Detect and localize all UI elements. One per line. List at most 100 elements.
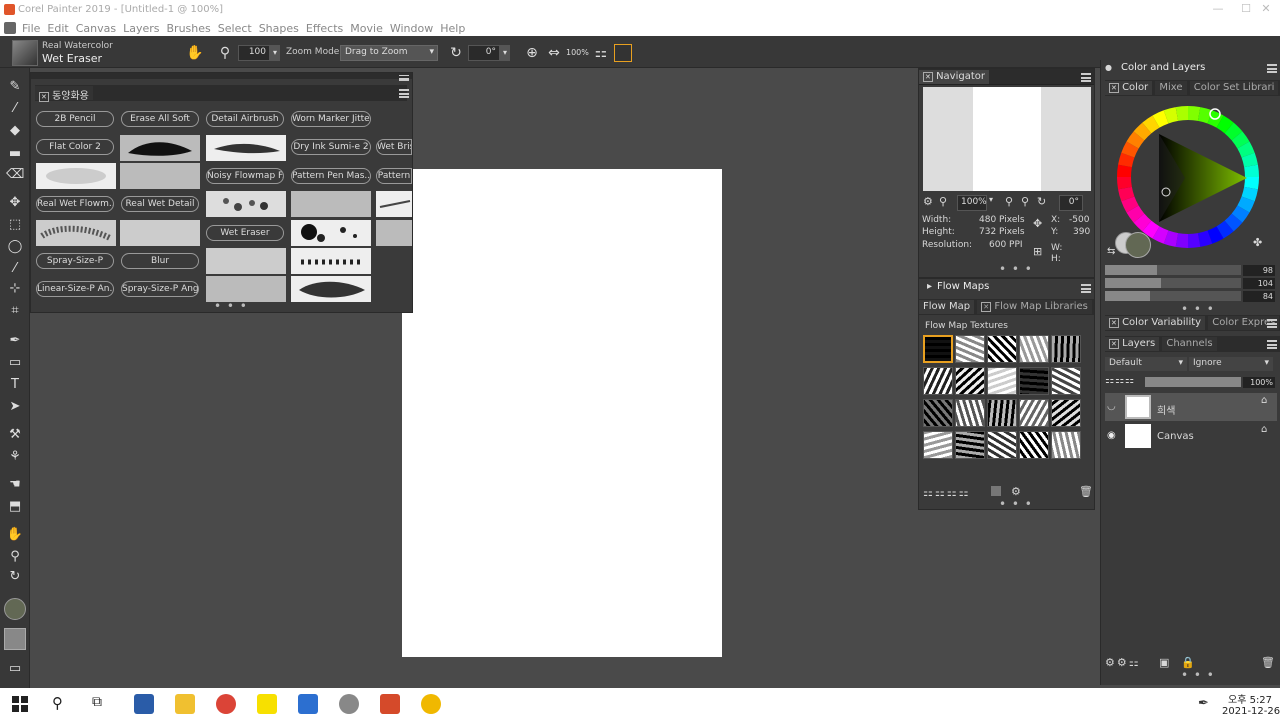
flow-map-texture[interactable]: [955, 335, 985, 363]
chevron-down-icon[interactable]: ▾: [989, 195, 993, 204]
gradient-tool-icon[interactable]: ▬: [6, 145, 24, 163]
layer-adjuster-icon[interactable]: ✥: [6, 194, 24, 212]
flow-map-texture[interactable]: [1051, 431, 1081, 459]
taskbar-time[interactable]: 오후 5:27: [1228, 691, 1272, 706]
size-field[interactable]: 100: [238, 45, 270, 61]
mask-icon[interactable]: ▣: [1159, 656, 1169, 669]
flow-map-action-icons[interactable]: ⚏⚏⚏⚏: [923, 486, 970, 499]
brush-flat-color-2[interactable]: Flat Color 2: [36, 139, 114, 155]
tab-dongyang[interactable]: ✕ 동양화용: [35, 86, 93, 102]
zoom-100-button[interactable]: 100%: [566, 48, 589, 57]
brush-wet-eraser[interactable]: Wet Eraser: [206, 225, 284, 241]
flow-map-texture[interactable]: [1019, 399, 1049, 427]
rectangular-selection-icon[interactable]: ⬚: [6, 216, 24, 234]
tab-flow-map[interactable]: Flow Map: [919, 300, 975, 314]
navigator-zoom-field[interactable]: 100%: [957, 195, 987, 211]
layers-resize-grip[interactable]: • • •: [1181, 669, 1215, 681]
brush-wet-bris[interactable]: Wet Bris: [376, 139, 412, 155]
brush-worn-marker-jitter[interactable]: Worn Marker Jitter: [291, 111, 371, 127]
crop-icon[interactable]: ⌗: [6, 302, 24, 320]
zoom-out-icon[interactable]: ⚲: [1005, 195, 1013, 208]
brush-thumb-edge[interactable]: [376, 220, 412, 246]
brush-category-label[interactable]: Real Watercolor: [42, 41, 113, 51]
delete-layer-icon[interactable]: 🗑: [1261, 656, 1275, 669]
layers-menu-icon[interactable]: [1267, 340, 1277, 349]
brush-dry-ink-sumi-e-2[interactable]: Dry Ink Sumi-e 2: [291, 139, 371, 155]
navigator-rotate-field[interactable]: 0°: [1059, 195, 1083, 211]
tab-color-variability[interactable]: ✕ Color Variability: [1105, 316, 1206, 330]
brush-thumb-line[interactable]: [376, 191, 412, 217]
brush-thumb-speckle[interactable]: [206, 191, 286, 217]
menu-select[interactable]: Select: [218, 22, 252, 35]
menu-window[interactable]: Window: [390, 22, 433, 35]
color-picker-icon[interactable]: ✤: [1253, 236, 1262, 249]
menu-help[interactable]: Help: [440, 22, 465, 35]
pixel-view-icon[interactable]: ⚏: [592, 44, 610, 62]
brush-erase-all-soft[interactable]: Erase All Soft: [121, 111, 199, 127]
corel-painter-taskbar-icon[interactable]: [380, 694, 400, 714]
brush-panel-menu-icon[interactable]: [399, 89, 409, 98]
color-wheel[interactable]: [1115, 104, 1261, 250]
brush-thumb-splatter[interactable]: [291, 220, 371, 246]
file-explorer-icon[interactable]: [175, 694, 195, 714]
flow-map-texture[interactable]: [955, 399, 985, 427]
transform-icon[interactable]: ⊹: [6, 280, 24, 298]
zoom-in-icon[interactable]: ⚲: [1021, 195, 1029, 208]
brush-thumb-blot[interactable]: [291, 276, 371, 302]
swap-colors-icon[interactable]: ⇆: [1107, 246, 1115, 257]
reset-view-icon[interactable]: ⇔: [545, 44, 563, 62]
fit-screen-icon[interactable]: ⊕: [523, 44, 541, 62]
panel-resize-grip[interactable]: • • •: [214, 300, 248, 312]
brush-pattern[interactable]: Pattern: [376, 168, 412, 184]
flow-map-texture[interactable]: [1051, 367, 1081, 395]
flow-map-texture[interactable]: [987, 431, 1017, 459]
brush-tool-icon[interactable]: ✎: [6, 78, 24, 96]
r-slider[interactable]: [1105, 265, 1241, 275]
menu-file[interactable]: File: [22, 22, 40, 35]
navigator-resize-grip[interactable]: • • •: [999, 263, 1033, 275]
windows-start-icon[interactable]: [12, 696, 28, 712]
tab-color[interactable]: ✕ Color: [1105, 81, 1153, 95]
magnifier-icon[interactable]: ⚲: [6, 548, 24, 566]
dropper-tool-icon[interactable]: ⁄: [6, 100, 24, 118]
variability-menu-icon[interactable]: [1267, 319, 1277, 328]
brush-spray-size-p-angle[interactable]: Spray-Size-P Ang...: [121, 281, 199, 297]
paint-bucket-icon[interactable]: ◆: [6, 122, 24, 140]
document-canvas[interactable]: [402, 169, 722, 657]
rotate-dropdown-arrow[interactable]: ▾: [500, 45, 510, 61]
tab-mixer[interactable]: Mixe: [1155, 81, 1187, 95]
trash-icon[interactable]: 🗑: [1079, 485, 1093, 498]
flow-map-swatch-icon[interactable]: [991, 486, 1001, 496]
layer-row-selected[interactable]: ◡ 희색 ⌂: [1105, 393, 1277, 421]
brush-noisy-flowmap[interactable]: Noisy Flowmap F...: [206, 168, 284, 184]
layer-row-canvas[interactable]: ◉ Canvas ⌂: [1105, 422, 1277, 450]
checkerboard-icon[interactable]: [614, 44, 632, 62]
taskbar-app-1-icon[interactable]: [134, 694, 154, 714]
brush-thumb-gray[interactable]: [120, 163, 200, 189]
brush-2b-pencil[interactable]: 2B Pencil: [36, 111, 114, 127]
flow-map-texture[interactable]: [987, 367, 1017, 395]
flow-map-texture[interactable]: [923, 367, 953, 395]
grabber-icon[interactable]: ✋: [6, 526, 24, 544]
taskbar-date[interactable]: 2021-12-26: [1222, 706, 1280, 717]
mirror-painting-icon[interactable]: ⬒: [6, 498, 24, 516]
navigator-settings-icon[interactable]: ⚙: [923, 195, 933, 208]
close-button[interactable]: ✕: [1252, 2, 1280, 18]
brush-linear-size-p[interactable]: Linear-Size-P An...: [36, 281, 114, 297]
rectangle-shape-icon[interactable]: ▭: [6, 354, 24, 372]
brush-blur[interactable]: Blur: [121, 253, 199, 269]
pen-tool-icon[interactable]: ✒: [6, 332, 24, 350]
panel-grip[interactable]: [31, 73, 412, 79]
collapse-dot-icon[interactable]: ●: [1105, 63, 1112, 72]
lasso-icon[interactable]: ◯: [6, 238, 24, 256]
brush-thumb-texture-b[interactable]: [120, 220, 200, 246]
panel-menu-icon[interactable]: [399, 75, 409, 81]
composite-depth-select[interactable]: Ignore ▾: [1189, 357, 1273, 371]
flow-map-texture[interactable]: [1019, 431, 1049, 459]
flow-map-texture[interactable]: [955, 367, 985, 395]
cloner-icon[interactable]: ⚒: [6, 426, 24, 444]
flow-maps-resize-grip[interactable]: • • •: [999, 498, 1033, 510]
minimize-button[interactable]: —: [1204, 2, 1232, 18]
shape-selection-icon[interactable]: ➤: [6, 398, 24, 416]
close-icon[interactable]: ✕: [1109, 339, 1119, 349]
